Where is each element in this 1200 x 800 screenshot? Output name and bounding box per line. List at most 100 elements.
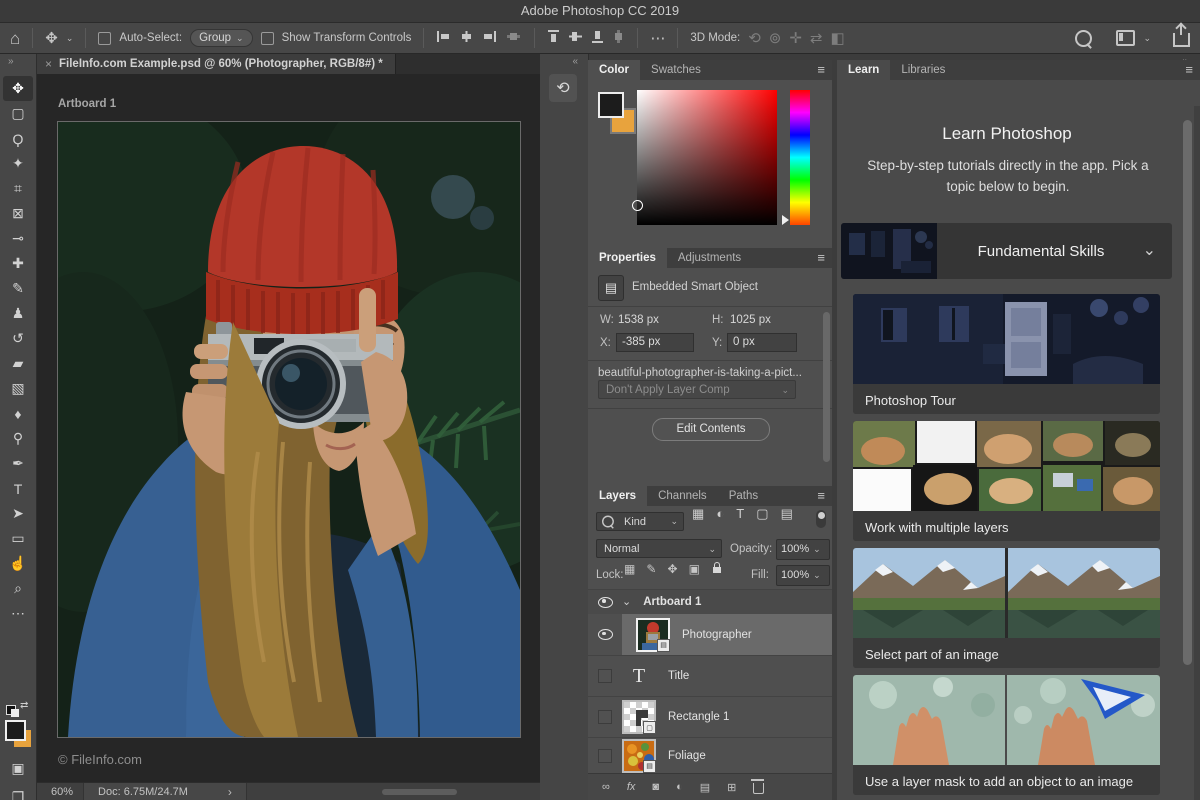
expand-tools-icon[interactable]: » — [8, 56, 14, 67]
fundamental-skills-accordion[interactable]: Fundamental Skills ⌄ — [841, 223, 1172, 279]
path-select-tool[interactable]: ➤ — [3, 501, 33, 526]
blur-tool[interactable]: ♦ — [3, 401, 33, 426]
horizontal-scrollbar[interactable] — [382, 789, 457, 795]
opacity-input[interactable]: 100% ⌄ — [776, 539, 830, 560]
filter-adjustment-icon[interactable]: ◐ — [716, 506, 724, 521]
layer-name[interactable]: Rectangle 1 — [668, 711, 729, 723]
eyedropper-tool[interactable]: ⊸ — [3, 226, 33, 251]
frame-tool[interactable]: ⊠ — [3, 201, 33, 226]
tab-paths[interactable]: Paths — [718, 486, 769, 506]
move-tool[interactable]: ✥ — [3, 76, 33, 101]
layer-name[interactable]: Title — [668, 670, 689, 682]
align-middle-vertical-icon[interactable] — [568, 29, 583, 47]
filter-smart-object-icon[interactable]: ▤ — [781, 506, 793, 521]
doc-size-indicator[interactable]: Doc: 6.75M/24.7M › — [83, 783, 247, 800]
auto-select-checkbox[interactable] — [98, 31, 112, 45]
saturation-selector[interactable] — [632, 200, 643, 211]
tab-layers[interactable]: Layers — [588, 486, 648, 506]
close-document-icon[interactable]: × — [45, 57, 52, 71]
adjustment-layer-icon[interactable]: ◐ — [676, 781, 683, 793]
lock-position-icon[interactable]: ✥ — [668, 562, 678, 576]
zoom-tool[interactable]: ⌕ — [3, 576, 33, 601]
history-brush-tool[interactable]: ↺ — [3, 326, 33, 351]
tutorial-card-photoshop-tour[interactable]: Photoshop Tour — [853, 294, 1160, 414]
tutorial-card-select-image[interactable]: Select part of an image — [853, 548, 1160, 668]
quick-mask-icon[interactable]: ▣ — [3, 756, 33, 781]
3d-roll-icon[interactable]: ⊚ — [769, 31, 782, 46]
layer-styles-icon[interactable]: fx — [627, 781, 636, 793]
chevron-down-icon[interactable]: ⌄ — [1143, 240, 1156, 260]
lock-transparency-icon[interactable]: ▦ — [624, 562, 635, 576]
3d-slide-icon[interactable]: ⇄ — [810, 31, 823, 46]
visibility-checkbox[interactable] — [598, 748, 612, 763]
layer-row-rectangle[interactable]: ▢ Rectangle 1 — [588, 697, 832, 737]
layer-comp-select[interactable]: Don't Apply Layer Comp ⌄ — [598, 380, 796, 399]
history-panel-icon[interactable]: ⟲ — [549, 74, 577, 102]
workspace-icon[interactable] — [1116, 30, 1136, 46]
filter-image-icon[interactable]: ▦ — [692, 506, 704, 521]
tab-channels[interactable]: Channels — [647, 486, 718, 506]
add-layer-mask-icon[interactable]: ◙ — [652, 781, 659, 793]
panel-menu-icon[interactable]: ≡ — [817, 60, 825, 80]
x-position-input[interactable]: -385 px — [616, 333, 694, 352]
brush-tool[interactable]: ✎ — [3, 276, 33, 301]
align-top-icon[interactable] — [547, 29, 560, 47]
tab-libraries[interactable]: Libraries — [890, 60, 956, 80]
auto-select-group-dropdown[interactable]: Group ⌄ — [190, 29, 253, 47]
visibility-checkbox[interactable] — [598, 710, 612, 724]
tab-color[interactable]: Color — [588, 60, 641, 80]
layer-row-photographer[interactable]: ▤ Photographer — [588, 614, 832, 655]
tab-properties[interactable]: Properties — [588, 248, 667, 268]
lock-artboard-icon[interactable]: ▣ — [689, 562, 700, 576]
filter-type-icon[interactable]: T — [736, 506, 744, 521]
tutorial-card-multiple-layers[interactable]: Work with multiple layers — [853, 421, 1160, 541]
layer-name[interactable]: Artboard 1 — [643, 596, 701, 608]
learn-scrollbar[interactable] — [1183, 120, 1192, 665]
panel-menu-icon[interactable]: ≡ — [817, 248, 825, 268]
layer-thumbnail[interactable]: ▤ — [622, 738, 656, 773]
3d-camera-icon[interactable]: ◧ — [831, 31, 845, 46]
panel-menu-icon[interactable]: ≡ — [817, 486, 825, 506]
crop-tool[interactable]: ⌗ — [3, 176, 33, 201]
lock-all-icon[interactable] — [713, 562, 722, 573]
new-layer-icon[interactable]: ⊞ — [727, 781, 736, 794]
lasso-tool[interactable]: Ϙ — [3, 126, 33, 151]
chevron-down-icon[interactable]: ⌄ — [66, 33, 74, 43]
panel-menu-icon[interactable]: ≡ — [1185, 60, 1193, 80]
chevron-down-icon[interactable]: ⌄ — [622, 596, 631, 608]
blend-mode-select[interactable]: Normal ⌄ — [596, 539, 722, 558]
swap-colors-icon[interactable]: ⇄ — [20, 700, 28, 711]
default-colors-control[interactable]: ⇄ — [6, 700, 30, 717]
y-position-input[interactable]: 0 px — [727, 333, 797, 352]
properties-scrollbar[interactable] — [823, 312, 830, 462]
fill-input[interactable]: 100% ⌄ — [776, 565, 830, 586]
layer-row-artboard[interactable]: ⌄ Artboard 1 — [588, 590, 832, 614]
healing-brush-tool[interactable]: ✚ — [3, 251, 33, 276]
home-icon[interactable]: ⌂ — [10, 30, 20, 47]
layer-row-title[interactable]: T Title — [588, 656, 832, 696]
clone-stamp-tool[interactable]: ♟ — [3, 301, 33, 326]
canvas-area[interactable]: Artboard 1 © FileInfo.com — [37, 74, 540, 782]
artboard-canvas[interactable] — [37, 74, 540, 738]
filter-shape-icon[interactable]: ▢ — [756, 506, 768, 521]
document-tab[interactable]: × FileInfo.com Example.psd @ 60% (Photog… — [37, 54, 396, 74]
layer-thumbnail[interactable]: ▤ — [636, 617, 670, 652]
filter-toggle[interactable] — [816, 510, 826, 528]
align-bottom-icon[interactable] — [591, 29, 604, 47]
move-tool-preset-icon[interactable]: ✥ — [45, 31, 58, 46]
rectangle-tool[interactable]: ▭ — [3, 526, 33, 551]
hand-tool[interactable]: ☝ — [3, 551, 33, 576]
magic-wand-tool[interactable]: ✦ — [3, 151, 33, 176]
align-center-horizontal-icon[interactable] — [459, 30, 474, 46]
edit-toolbar-icon[interactable]: ⋯ — [3, 601, 33, 626]
align-left-icon[interactable] — [436, 30, 451, 46]
show-transform-checkbox[interactable] — [260, 31, 274, 45]
tab-swatches[interactable]: Swatches — [640, 60, 712, 80]
tab-learn[interactable]: Learn — [837, 60, 891, 80]
foreground-color-well[interactable] — [598, 92, 624, 118]
gradient-tool[interactable]: ▧ — [3, 376, 33, 401]
3d-orbit-icon[interactable]: ⟲ — [748, 31, 761, 46]
delete-layer-icon[interactable] — [751, 779, 765, 794]
link-layers-icon[interactable]: ∞ — [602, 781, 610, 793]
distribute-vertical-icon[interactable] — [612, 29, 625, 47]
